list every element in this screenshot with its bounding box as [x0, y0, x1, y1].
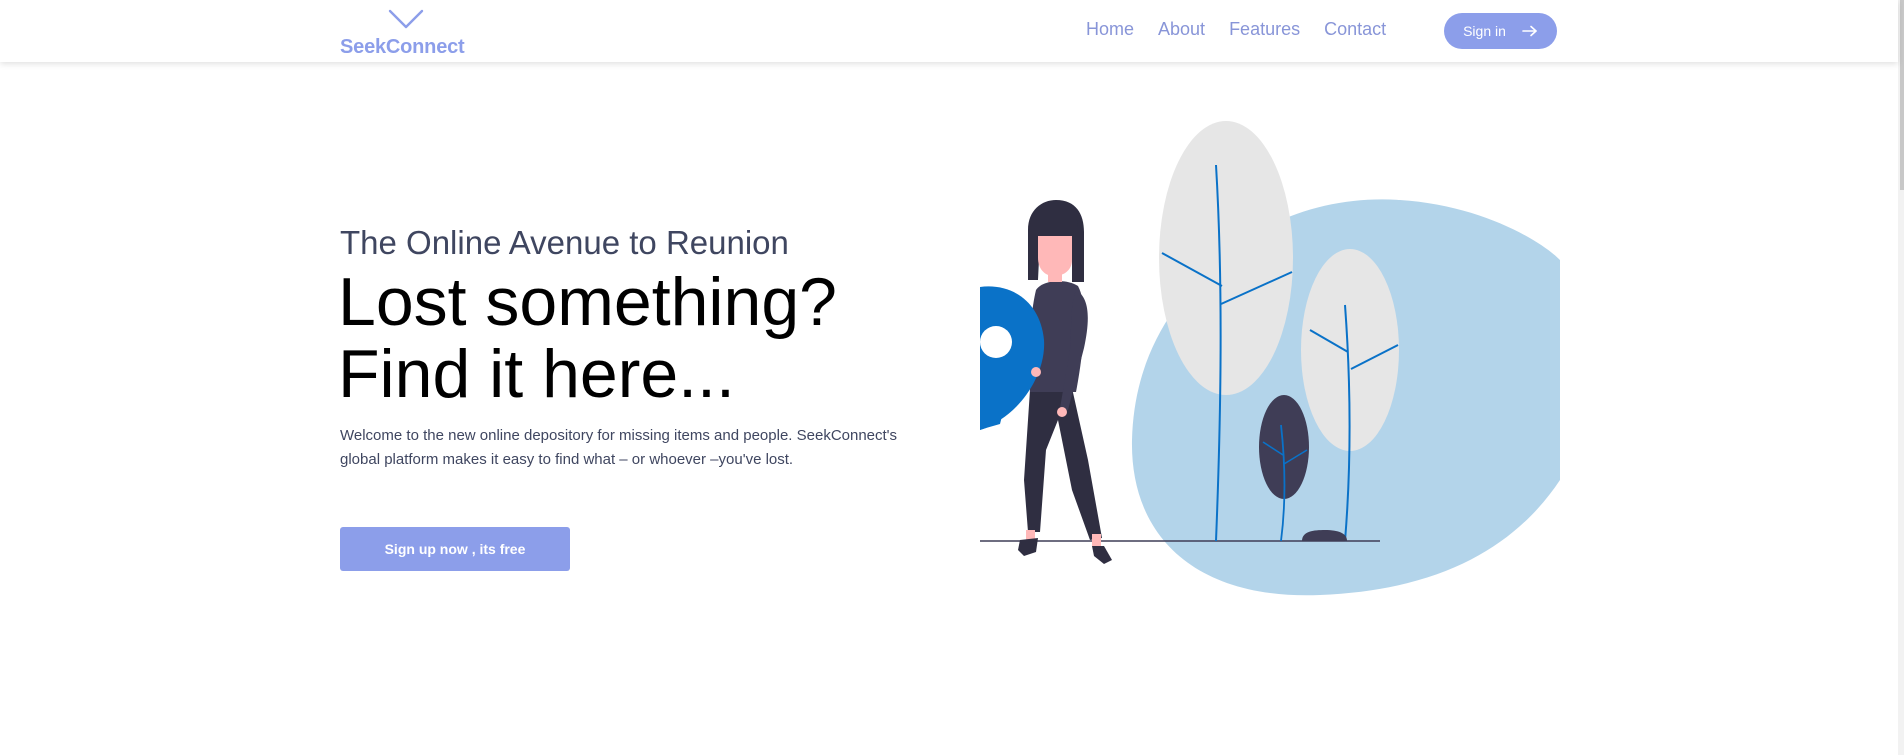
hero-subtitle: The Online Avenue to Reunion	[340, 224, 789, 261]
main-nav: Home About Features Contact	[1086, 19, 1410, 40]
headline-line-2: Find it here...	[338, 336, 735, 412]
brand-logo[interactable]: SeekConnect	[340, 4, 470, 58]
nav-home[interactable]: Home	[1086, 19, 1134, 40]
hero-illustration	[980, 121, 1560, 596]
page-scrollbar[interactable]	[1898, 0, 1904, 755]
navbar: SeekConnect Home About Features Contact …	[0, 0, 1898, 62]
arrow-right-icon	[1522, 25, 1537, 37]
headline-line-1: Lost something?	[338, 264, 837, 340]
nav-about[interactable]: About	[1158, 19, 1205, 40]
sign-up-button[interactable]: Sign up now , its free	[340, 527, 570, 571]
nav-features[interactable]: Features	[1229, 19, 1300, 40]
tree-large-leaf	[1159, 121, 1293, 395]
nav-contact[interactable]: Contact	[1324, 19, 1386, 40]
chevron-down-icon	[388, 9, 424, 29]
landing-page: SeekConnect Home About Features Contact …	[0, 0, 1904, 755]
sign-in-label: Sign in	[1463, 23, 1506, 39]
hero-headline: Lost something? Find it here...	[338, 266, 898, 410]
hero-description: Welcome to the new online depository for…	[340, 427, 898, 468]
sign-in-button[interactable]: Sign in	[1444, 13, 1557, 49]
brand-name: SeekConnect	[340, 36, 465, 58]
scrollbar-thumb[interactable]	[1900, 0, 1904, 190]
